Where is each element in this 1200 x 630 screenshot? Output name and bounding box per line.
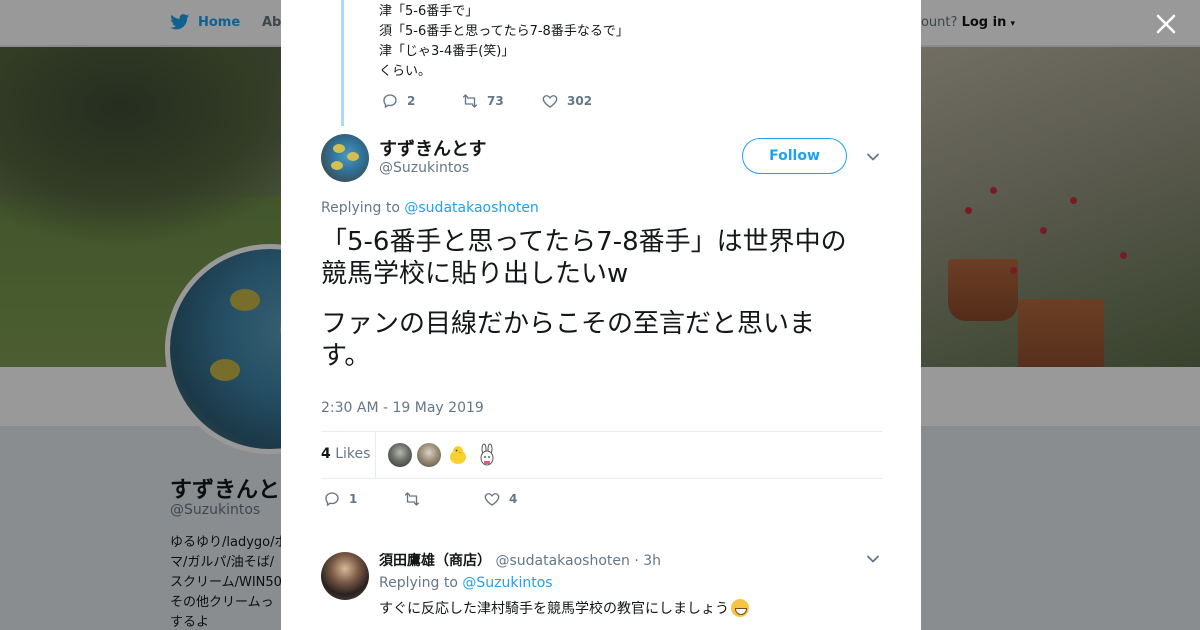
parent-reply-button[interactable]: 2 [381,92,461,110]
tweet-text: 「5-6番手と思ってたら7-8番手」は世界中の 競馬学校に貼り出したいw ファン… [321,226,881,390]
avatar-spot [331,161,343,170]
likes-number: 4 [321,446,331,462]
parent-retweet-button[interactable]: 73 [461,92,541,110]
reply-replying-to-link[interactable]: @Suzukintos [462,575,552,591]
likes-count[interactable]: 4 Likes [321,446,370,462]
parent-tweet-line: 須「5-6番手と思ってたら7-8番手なるで」 [379,24,629,39]
reply-button[interactable]: 1 [323,490,403,508]
parent-tweet-line: 津「5-6番手で」 [379,4,479,19]
author-handle[interactable]: @Suzukintos [379,160,469,176]
follow-button[interactable]: Follow [742,138,847,174]
chevron-down-icon[interactable] [866,150,880,164]
parent-tweet-text: 津「5-6番手で」 須「5-6番手と思ってたら7-8番手なるで」 津「じゃ3-4… [379,2,629,82]
liker-avatar[interactable] [388,443,412,467]
parent-retweet-count: 73 [487,94,504,108]
reply-text: すぐに反応した津村騎手を競馬学校の教官にしましょう [379,598,749,618]
retweet-icon [462,94,478,108]
tweet-actions: 1 4 [323,490,517,508]
tweet-stats: 4 Likes [321,431,882,479]
parent-tweet-line: くらい。 [379,64,432,79]
close-icon[interactable] [1154,12,1178,36]
tweet-line: 競馬学校に貼り出したいw [321,259,629,289]
replying-prefix: Replying to [321,200,400,216]
chevron-down-icon[interactable] [866,552,880,566]
replying-to: Replying to @sudatakaoshoten [321,200,539,216]
reply-header: 須田鷹雄（商店） @sudatakaoshoten · 3h [379,550,661,570]
like-button[interactable]: 4 [483,490,517,508]
reply-author-handle[interactable]: @sudatakaoshoten [495,553,629,569]
heart-icon [542,95,558,108]
tweet-modal: 津「5-6番手で」 須「5-6番手と思ってたら7-8番手なるで」 津「じゃ3-4… [281,0,921,630]
tweet-line: 「5-6番手と思ってたら7-8番手」は世界中の [321,227,847,257]
likes-label: Likes [335,446,371,462]
parent-tweet-actions: 2 73 302 [381,92,592,110]
retweet-button[interactable] [403,490,483,508]
retweet-icon [404,492,420,506]
liker-avatar[interactable] [475,443,499,467]
author-name[interactable]: すずきんとす [379,135,486,161]
reply-author-avatar[interactable] [321,552,369,600]
parent-tweet-line: 津「じゃ3-4番手(笑)」 [379,44,515,59]
tweet-line: す。 [321,341,371,371]
reply-replying-to: Replying to @Suzukintos [379,575,553,591]
stats-divider [375,432,376,478]
reply-time[interactable]: · 3h [634,553,661,569]
tweet-paragraph: 「5-6番手と思ってたら7-8番手」は世界中の 競馬学校に貼り出したいw [321,226,881,290]
liker-avatar[interactable] [417,443,441,467]
like-count: 4 [509,492,518,506]
parent-like-count: 302 [567,94,593,108]
grinning-emoji-icon [731,599,749,617]
reply-author-name[interactable]: 須田鷹雄（商店） [379,553,491,569]
avatar-spot [333,144,345,153]
author-avatar[interactable] [321,134,369,182]
reply-text-body: すぐに反応した津村騎手を競馬学校の教官にしましょう [379,601,729,617]
thread-connector-line [341,0,344,126]
tweet-paragraph: ファンの目線だからこその至言だと思いま す。 [321,308,881,372]
parent-like-button[interactable]: 302 [541,92,592,110]
liker-avatar[interactable] [446,443,470,467]
heart-icon [484,493,500,506]
avatar-spot [347,152,359,161]
reply-replying-prefix: Replying to [379,575,458,591]
replying-to-link[interactable]: @sudatakaoshoten [404,200,538,216]
tweet-line: ファンの目線だからこその至言だと思いま [321,309,816,339]
parent-reply-count: 2 [407,94,416,108]
reply-icon [325,492,339,507]
tweet-timestamp[interactable]: 2:30 AM - 19 May 2019 [321,400,484,416]
reply-icon [383,94,397,109]
reply-count: 1 [349,492,358,506]
